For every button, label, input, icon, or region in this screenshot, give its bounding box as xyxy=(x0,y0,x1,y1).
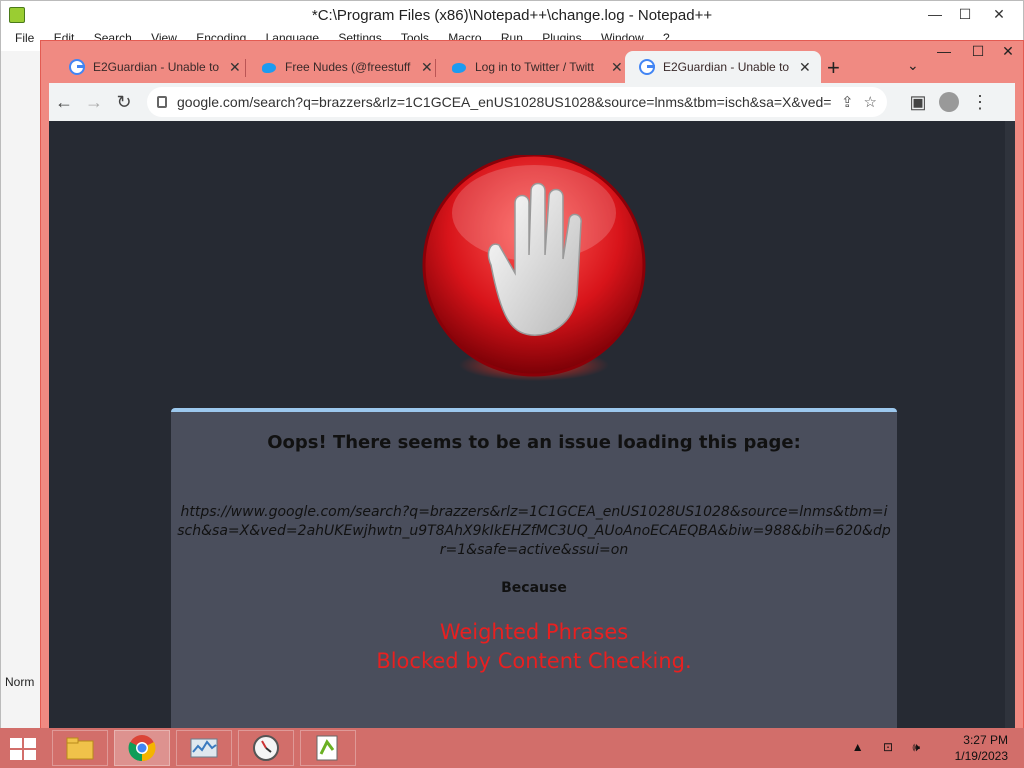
chrome-menu-button[interactable]: ⋮ xyxy=(965,87,995,117)
because-label: Because xyxy=(501,580,567,596)
browser-toolbar: ← → ↻ google.com/search?q=brazzers&rlz=1… xyxy=(49,83,1015,121)
notepad-status-text: Norm xyxy=(5,675,35,689)
folder-icon xyxy=(66,737,94,760)
twitter-icon xyxy=(261,61,277,74)
notepad-titlebar[interactable]: *C:\Program Files (x86)\Notepad++\change… xyxy=(1,1,1023,31)
page-scrollbar[interactable] xyxy=(1005,121,1015,731)
tab-title: E2Guardian - Unable to xyxy=(663,60,790,74)
taskbar-file-explorer[interactable] xyxy=(52,730,108,766)
tab-strip: E2Guardian - Unable to ✕ Free Nudes (@fr… xyxy=(41,41,1023,83)
tab-separator xyxy=(245,59,246,77)
taskbar-notepad-plus-plus[interactable] xyxy=(300,730,356,766)
google-icon xyxy=(69,59,85,75)
tab-e2guardian-active[interactable]: E2Guardian - Unable to ✕ xyxy=(625,51,821,83)
start-button[interactable] xyxy=(10,738,38,760)
twitter-icon xyxy=(451,61,467,74)
tray-show-hidden-icon[interactable]: ▲ xyxy=(852,740,872,754)
block-reason-line2: Blocked by Content Checking. xyxy=(376,649,692,673)
notepad-menu-file[interactable]: File xyxy=(15,31,34,45)
tab-search-button[interactable]: ⌄ xyxy=(907,57,919,74)
block-reason-line1: Weighted Phrases xyxy=(439,620,629,644)
chrome-minimize-button[interactable]: — xyxy=(927,43,961,59)
lock-icon[interactable] xyxy=(157,96,167,108)
clock-time: 3:27 PM xyxy=(963,733,1008,747)
profile-avatar[interactable] xyxy=(939,92,959,112)
tab-separator xyxy=(435,59,436,77)
volume-icon[interactable]: 🕪 xyxy=(912,740,928,754)
tab-close-icon[interactable]: ✕ xyxy=(611,59,623,76)
side-panel-button[interactable]: ▣ xyxy=(903,87,933,117)
network-icon[interactable]: ⊡ xyxy=(883,740,901,754)
clock-icon xyxy=(253,735,279,761)
system-tray-icons[interactable]: ▲ ⊡ 🕪 xyxy=(852,740,928,755)
chrome-maximize-button[interactable]: ☐ xyxy=(961,43,995,60)
blocked-url: https://www.google.com/search?q=brazzers… xyxy=(177,504,891,558)
tab-free-nudes[interactable]: Free Nudes (@freestuff ✕ xyxy=(247,51,443,83)
taskbar-chrome[interactable] xyxy=(114,730,170,766)
taskbar-task-manager[interactable] xyxy=(176,730,232,766)
notepad-close-button[interactable]: ✕ xyxy=(979,3,1019,27)
clock-date: 1/19/2023 xyxy=(954,749,1008,763)
google-icon xyxy=(639,59,655,75)
tab-close-icon[interactable]: ✕ xyxy=(421,59,433,76)
tab-title: E2Guardian - Unable to xyxy=(93,60,220,74)
task-manager-icon xyxy=(190,738,218,758)
notepad-left-panel xyxy=(1,51,43,731)
tab-e2guardian-1[interactable]: E2Guardian - Unable to ✕ xyxy=(55,51,251,83)
share-icon[interactable]: ⇪ xyxy=(841,93,854,111)
address-bar[interactable]: google.com/search?q=brazzers&rlz=1C1GCEA… xyxy=(147,87,887,117)
error-heading: Oops! There seems to be an issue loading… xyxy=(267,432,801,453)
tab-close-icon[interactable]: ✕ xyxy=(799,59,811,76)
stop-hand-icon xyxy=(419,153,649,385)
chrome-icon xyxy=(128,735,156,762)
forward-button[interactable]: → xyxy=(79,87,109,117)
tab-twitter-login[interactable]: Log in to Twitter / Twitt ✕ xyxy=(437,51,633,83)
chrome-close-button[interactable]: ✕ xyxy=(991,43,1024,60)
tab-title: Free Nudes (@freestuff xyxy=(285,60,411,74)
back-button[interactable]: ← xyxy=(49,87,79,117)
bookmark-star-icon[interactable]: ☆ xyxy=(864,93,877,111)
reload-button[interactable]: ↻ xyxy=(109,87,139,117)
page-viewport: Oops! There seems to be an issue loading… xyxy=(49,121,1015,731)
taskbar-clock[interactable]: 3:27 PM 1/19/2023 xyxy=(955,732,1008,764)
block-reason: Weighted Phrases Blocked by Content Chec… xyxy=(171,618,897,676)
chrome-window: E2Guardian - Unable to ✕ Free Nudes (@fr… xyxy=(40,40,1024,740)
notepad-plus-plus-icon xyxy=(316,735,338,761)
address-text[interactable]: google.com/search?q=brazzers&rlz=1C1GCEA… xyxy=(177,94,831,110)
new-tab-button[interactable]: + xyxy=(827,55,840,81)
error-panel: Oops! There seems to be an issue loading… xyxy=(171,408,897,731)
taskbar: ▲ ⊡ 🕪 3:27 PM 1/19/2023 xyxy=(0,728,1024,768)
tab-title: Log in to Twitter / Twitt xyxy=(475,60,594,74)
tab-close-icon[interactable]: ✕ xyxy=(229,59,241,76)
taskbar-clock-app[interactable] xyxy=(238,730,294,766)
notepad-title: *C:\Program Files (x86)\Notepad++\change… xyxy=(311,7,713,24)
